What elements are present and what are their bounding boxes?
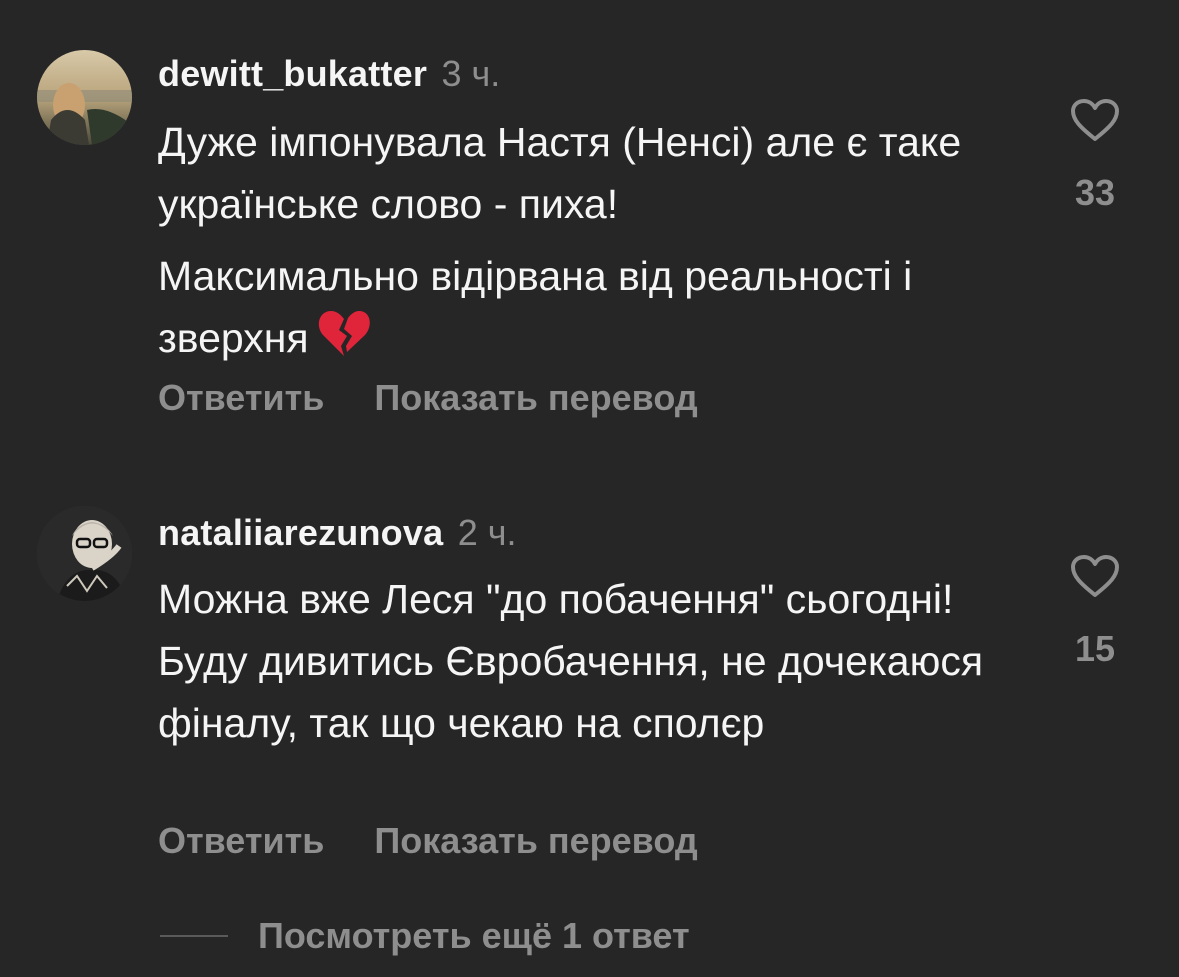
heart-icon[interactable] [1070, 554, 1120, 598]
broken-heart-icon [317, 308, 371, 375]
timestamp: 3 ч. [441, 53, 501, 94]
reply-button[interactable]: Ответить [158, 377, 324, 418]
show-translation-button[interactable]: Показать перевод [374, 377, 697, 418]
like-section: 33 [1066, 98, 1124, 214]
comment-actions: Ответить Показать перевод [158, 377, 698, 419]
divider-line [160, 935, 228, 937]
comment-text: Можна вже Леся "до побачення" сьогодні! … [158, 568, 1008, 754]
like-count: 15 [1074, 628, 1116, 669]
like-section: 15 [1066, 554, 1124, 670]
like-count: 33 [1074, 172, 1116, 213]
comment-paragraph: Максимально відірвана від реальності і з… [158, 245, 1038, 375]
comment-paragraph: Можна вже Леся "до побачення" сьогодні! … [158, 576, 984, 746]
avatar[interactable] [37, 506, 132, 601]
comment-paragraph-text: Максимально відірвана від реальності і з… [158, 253, 913, 361]
username[interactable]: dewitt_bukatter [158, 53, 427, 94]
show-translation-button[interactable]: Показать перевод [374, 820, 697, 861]
heart-icon[interactable] [1070, 98, 1120, 142]
reply-button[interactable]: Ответить [158, 820, 324, 861]
comment-actions: Ответить Показать перевод [158, 820, 698, 862]
timestamp: 2 ч. [457, 512, 517, 553]
comment-paragraph: Дуже імпонувала Настя (Ненсі) але є таке… [158, 119, 962, 227]
view-more-replies-label: Посмотреть ещё 1 ответ [258, 915, 690, 956]
view-more-replies-button[interactable]: Посмотреть ещё 1 ответ [160, 915, 690, 957]
comment-text: Дуже імпонувала Настя (Ненсі) але є таке… [158, 111, 1038, 375]
avatar[interactable] [37, 50, 132, 145]
username[interactable]: nataliiarezunova [158, 512, 443, 553]
comments-panel: dewitt_bukatter 3 ч. Дуже імпонувала Нас… [0, 0, 1179, 977]
